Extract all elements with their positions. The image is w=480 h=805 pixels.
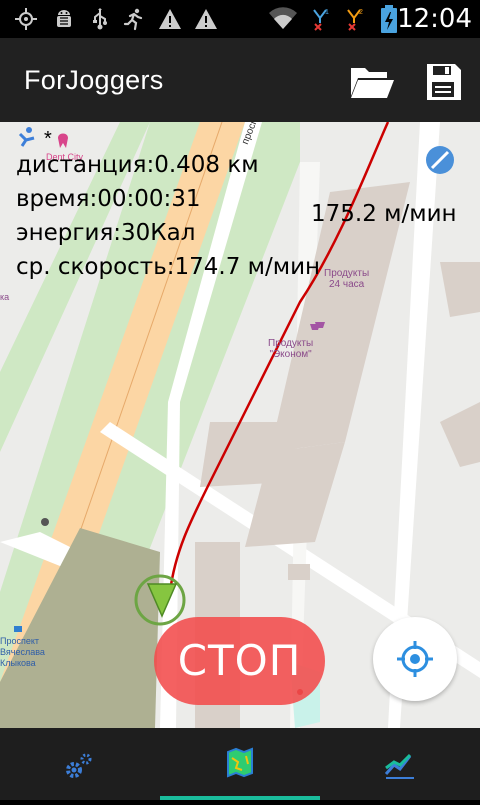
battery-charging-icon [381,5,397,33]
status-bar: 1 2 12:04 [0,0,480,38]
usb-icon [93,8,107,30]
tab-map[interactable] [160,728,320,800]
locate-button[interactable] [373,617,457,701]
tab-settings[interactable] [0,728,160,800]
map-icon [227,747,253,778]
map-label-shop-24h: Продукты 24 часа [324,268,370,290]
stop-button[interactable]: СТОП [154,617,325,705]
current-speed-text: 175.2 м/мин [311,201,457,227]
save-icon[interactable] [419,58,467,106]
bottom-navigation [0,728,480,800]
app-bar: ForJoggers [0,38,480,122]
running-icon [123,8,143,31]
app-title: ForJoggers [24,65,164,95]
svg-text:2: 2 [359,9,363,16]
time-text: время:00:00:31 [16,186,201,212]
status-time: 12:04 [397,4,472,34]
avg-speed-text: ср. скорость:174.7 м/мин [16,254,321,280]
signal-2-icon: 2 [347,9,363,31]
wifi-icon [269,7,297,29]
settings-gears-icon [66,753,92,778]
energy-text: энергия:30Кал [16,220,196,246]
stats-chart-icon [384,753,414,779]
svg-text:1: 1 [325,9,329,16]
workout-stats: дистанция:0.408 км время:00:00:31 энерги… [16,148,320,284]
map-label-bus-stop: Проспект Вячеслава Клыкова [0,636,45,668]
signal-1-icon: 1 [313,9,329,31]
warning-icon [159,9,181,29]
my-location-icon [397,641,433,677]
map-label-edge: ка [0,292,10,302]
tab-statistics[interactable] [320,728,480,800]
warning-icon [195,9,217,29]
gps-icon [15,8,37,30]
map-label-shop-econom: Продукты "Эконом" [268,338,314,360]
distance-text: дистанция:0.408 км [16,152,259,178]
folder-open-icon[interactable] [348,58,396,106]
android-debug-icon [57,10,71,27]
tab-selected-indicator [160,796,320,800]
